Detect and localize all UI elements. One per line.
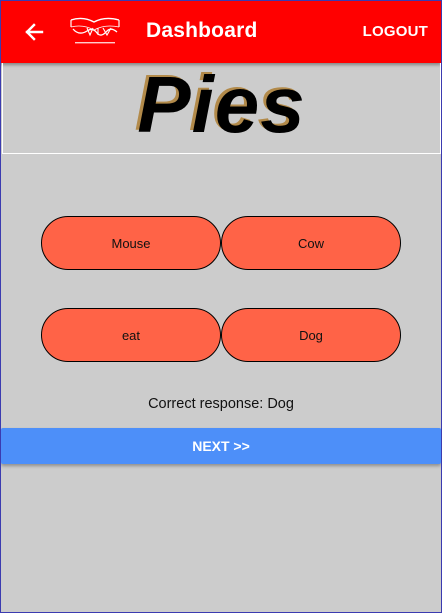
question-word-box: Pies (2, 60, 441, 154)
answer-option-mouse[interactable]: Mouse (41, 216, 221, 270)
app-frame: Dashboard LOGOUT Pies Mouse Cow eat Dog … (0, 0, 442, 613)
page-title: Dashboard (146, 19, 258, 42)
app-logo (67, 14, 123, 50)
question-word: Pies (137, 60, 306, 149)
answer-option-eat[interactable]: eat (41, 308, 221, 362)
back-button[interactable] (19, 17, 49, 47)
logout-button[interactable]: LOGOUT (363, 23, 428, 40)
answer-option-dog[interactable]: Dog (221, 308, 401, 362)
next-button[interactable]: NEXT >> (1, 428, 441, 464)
app-bar: Dashboard LOGOUT (1, 1, 441, 63)
correct-response-text: Correct response: Dog (148, 396, 294, 412)
arrow-left-icon (25, 23, 44, 41)
answer-option-cow[interactable]: Cow (221, 216, 401, 270)
